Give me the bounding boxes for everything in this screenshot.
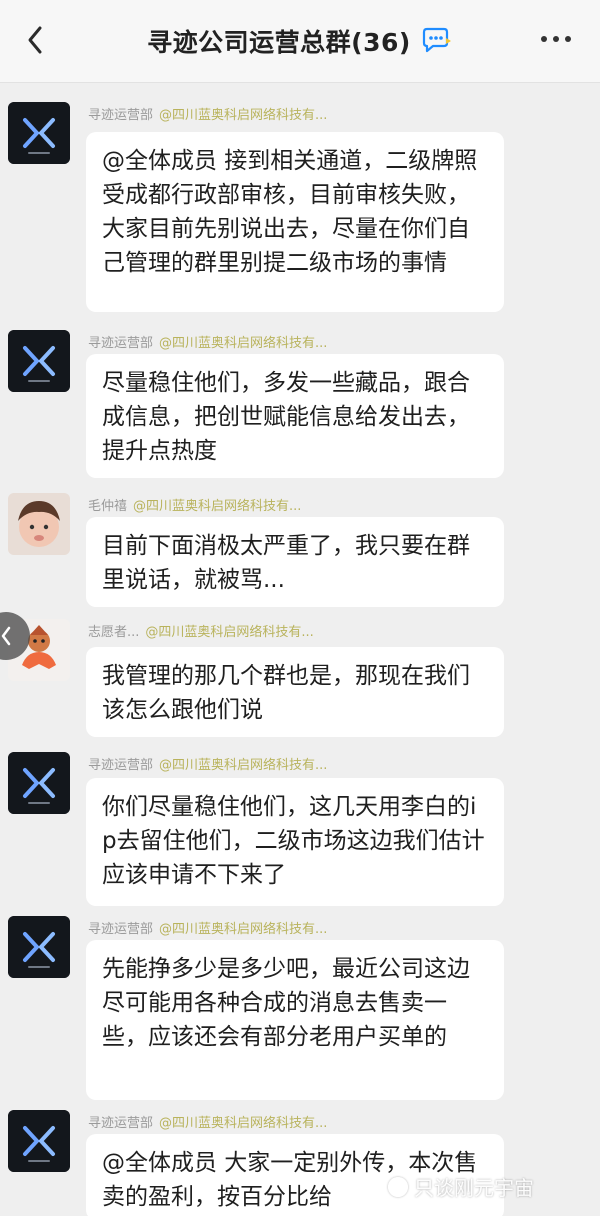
message-meta: 志愿者... @四川蓝奥科启网络科技有... [88,619,576,641]
child-avatar-icon[interactable] [8,493,70,555]
message-bubble[interactable]: @全体成员 接到相关通道，二级牌照受成都行政部审核，目前审核失败，大家目前先别说… [86,132,504,312]
watermark: 只谈刚元宇宙 [388,1172,534,1201]
message-meta: 寻迹运营部 @四川蓝奥科启网络科技有... [88,916,576,938]
sender-name: 志愿者... [88,624,140,640]
message-bubble[interactable]: 目前下面消极太严重了，我只要在群里说话，就被骂... [86,517,504,607]
sender-name: 寻迹运营部 [88,335,154,351]
message-bubble[interactable]: 你们尽量稳住他们，这几天用李白的ip去留住他们，二级市场这边我们估计应该申请不下… [86,778,504,906]
message-bubble[interactable]: 先能挣多少是多少吧，最近公司这边尽可能用各种合成的消息去售卖一些，应该还会有部分… [86,940,504,1100]
chat-header: 寻迹公司运营总群(36) [0,0,600,83]
sender-name: 寻迹运营部 [88,757,154,773]
watermark-icon [388,1176,408,1197]
message-meta: 寻迹运营部 @四川蓝奥科启网络科技有... [88,752,576,774]
chat-bubble-icon [422,27,451,53]
message-bubble[interactable]: 尽量稳住他们，多发一些藏品，跟合成信息，把创世赋能信息给发出去，提升点热度 [86,354,504,478]
watermark-text: 只谈刚元宇宙 [414,1176,534,1200]
sender-name: 毛仲禧 [88,498,128,514]
message-meta: 寻迹运营部 @四川蓝奥科启网络科技有... [88,330,576,352]
chevron-left-icon [1,626,11,646]
mention-tag: @四川蓝奥科启网络科技有... [159,335,328,351]
mention-tag: @四川蓝奥科启网络科技有... [159,921,328,937]
company-logo-icon[interactable] [8,330,70,392]
sender-name: 寻迹运营部 [88,921,154,937]
more-icon [541,36,571,42]
message-meta: 寻迹运营部 @四川蓝奥科启网络科技有... [88,102,576,124]
title-wrap: 寻迹公司运营总群(36) [147,23,453,59]
company-logo-icon[interactable] [8,1110,70,1172]
company-logo-icon[interactable] [8,752,70,814]
back-button[interactable] [18,20,52,60]
message-meta: 寻迹运营部 @四川蓝奥科启网络科技有... [88,1110,576,1132]
sender-name: 寻迹运营部 [88,1115,154,1131]
more-button[interactable] [536,24,576,54]
mention-tag: @四川蓝奥科启网络科技有... [145,624,314,640]
message-meta: 毛仲禧 @四川蓝奥科启网络科技有... [88,493,576,515]
message-list: 寻迹运营部 @四川蓝奥科启网络科技有... @全体成员 接到相关通道，二级牌照受… [0,84,600,1216]
sender-name: 寻迹运营部 [88,107,154,123]
mention-tag: @四川蓝奥科启网络科技有... [159,757,328,773]
company-logo-icon[interactable] [8,916,70,978]
back-arrow-icon [28,26,42,54]
mention-tag: @四川蓝奥科启网络科技有... [159,1115,328,1131]
message-bubble[interactable]: 我管理的那几个群也是，那现在我们该怎么跟他们说 [86,647,504,737]
mention-tag: @四川蓝奥科启网络科技有... [133,498,302,514]
mention-tag: @四川蓝奥科启网络科技有... [159,107,328,123]
chat-title: 寻迹公司运营总群(36) [147,28,411,57]
company-logo-icon[interactable] [8,102,70,164]
